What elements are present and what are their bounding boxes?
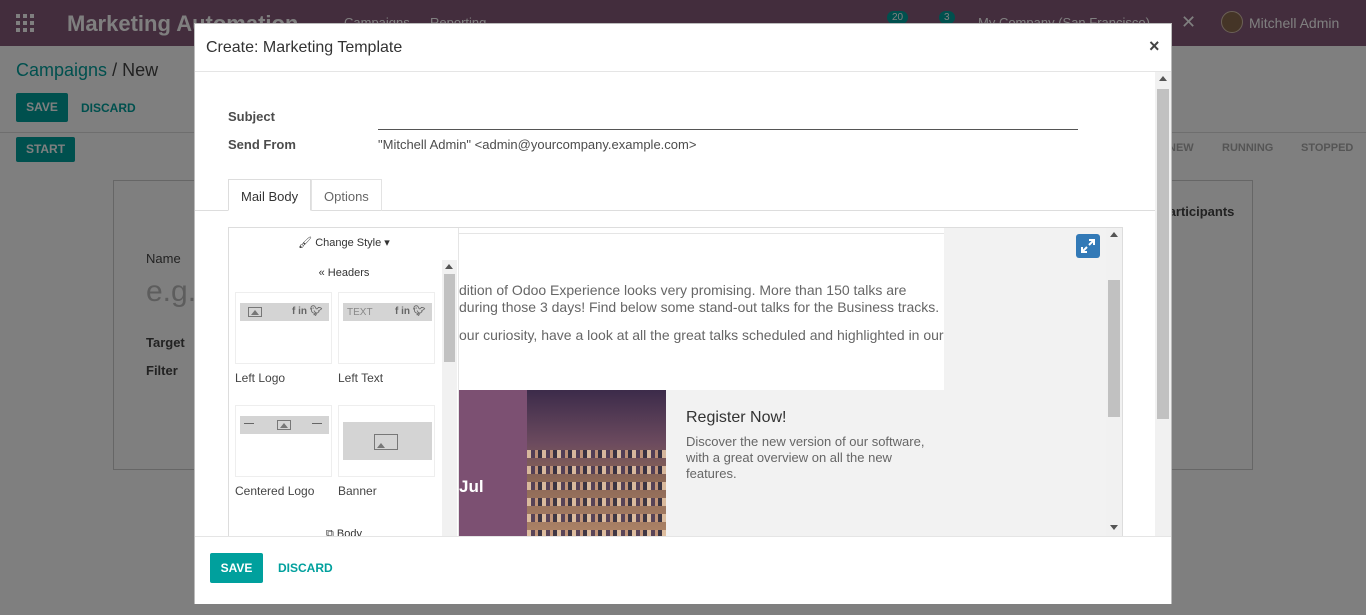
social-icons: f in 🐦︎: [395, 306, 426, 317]
change-style-dropdown[interactable]: 🖌︎ Change Style ▾: [229, 236, 458, 249]
snippet-label: Banner: [338, 484, 377, 498]
image-icon: [374, 434, 398, 450]
scroll-down-icon[interactable]: [1110, 525, 1118, 530]
modal-title: Create: Marketing Template: [206, 39, 403, 56]
expand-icon: [1081, 239, 1095, 253]
audience-row: [527, 514, 666, 522]
expand-editor-button[interactable]: [1076, 234, 1100, 258]
social-icons: f in 🐦︎: [292, 306, 323, 317]
paragraph-line[interactable]: during those 3 days! Find below some sta…: [459, 299, 939, 315]
subject-label: Subject: [228, 109, 275, 124]
modal-close-button[interactable]: ×: [1149, 36, 1160, 57]
snippets-panel: 🖌︎ Change Style ▾ « Headers f in 🐦︎ Left…: [229, 228, 459, 537]
tab-options[interactable]: Options: [311, 179, 382, 211]
divider: [459, 233, 944, 234]
mail-body-editor: 🖌︎ Change Style ▾ « Headers f in 🐦︎ Left…: [228, 227, 1123, 537]
modal-scrollbar[interactable]: [1155, 72, 1171, 536]
snippet-thumbnail: [338, 405, 435, 477]
snippet-left-logo[interactable]: f in 🐦︎ Left Logo: [235, 292, 332, 385]
scroll-up-icon[interactable]: [1110, 232, 1118, 237]
audience-row: [527, 498, 666, 506]
event-date-panel: Jul: [459, 390, 527, 537]
tab-mail-body[interactable]: Mail Body: [228, 179, 312, 211]
send-from-value[interactable]: "Mitchell Admin" <admin@yourcompany.exam…: [378, 137, 696, 152]
snippet-thumbnail: — —: [235, 405, 332, 477]
editor-scrollbar[interactable]: [1106, 228, 1122, 537]
scroll-up-icon[interactable]: [1159, 76, 1167, 81]
snippet-banner[interactable]: Banner: [338, 405, 435, 498]
change-style-label: Change Style: [315, 237, 382, 249]
audience-row: [527, 450, 666, 458]
send-from-label: Send From: [228, 137, 296, 152]
discard-button[interactable]: DISCARD: [278, 561, 333, 575]
scrollbar-thumb[interactable]: [1157, 89, 1169, 419]
modal-body: Subject Send From "Mitchell Admin" <admi…: [195, 72, 1155, 537]
scrollbar-thumb[interactable]: [444, 274, 455, 362]
subject-input[interactable]: [378, 112, 1078, 130]
event-block[interactable]: Jul Register Now! Discover the new versi…: [459, 390, 944, 537]
save-button[interactable]: SAVE: [210, 553, 263, 583]
email-canvas[interactable]: dition of Odoo Experience looks very pro…: [459, 228, 944, 537]
event-date: Jul: [459, 477, 484, 496]
snippet-thumbnail: f in 🐦︎: [235, 292, 332, 364]
create-template-dialog: Create: Marketing Template × Subject Sen…: [194, 23, 1172, 604]
audience-row: [527, 482, 666, 490]
image-icon: [277, 420, 291, 430]
snippet-centered-logo[interactable]: — — Centered Logo: [235, 405, 332, 498]
chevron-up-icon: «: [318, 267, 325, 279]
snippet-left-text[interactable]: TEXT f in 🐦︎ Left Text: [338, 292, 435, 385]
dash-right: —: [312, 418, 322, 429]
dash-left: —: [244, 418, 254, 429]
conference-image[interactable]: [527, 390, 666, 537]
modal-header: Create: Marketing Template ×: [195, 24, 1171, 72]
headers-section-toggle[interactable]: « Headers: [229, 267, 458, 279]
editor-side-area: [944, 228, 1122, 537]
snippet-thumbnail: TEXT f in 🐦︎: [338, 292, 435, 364]
snippets-scrollbar[interactable]: [442, 260, 457, 537]
text-placeholder: TEXT: [347, 307, 373, 318]
paragraph-line[interactable]: dition of Odoo Experience looks very pro…: [459, 282, 906, 298]
scrollbar-thumb[interactable]: [1108, 280, 1120, 417]
snippet-label: Left Text: [338, 371, 384, 385]
event-title[interactable]: Register Now!: [686, 409, 786, 427]
paragraph-line[interactable]: our curiosity, have a look at all the gr…: [459, 327, 944, 343]
modal-footer: SAVE DISCARD: [195, 536, 1171, 604]
event-description[interactable]: Discover the new version of our software…: [686, 434, 926, 482]
image-icon: [248, 307, 262, 317]
snippet-label: Left Logo: [235, 371, 286, 385]
snippet-label: Centered Logo: [235, 484, 315, 498]
caret-down-icon: ▾: [384, 237, 390, 249]
scroll-up-icon[interactable]: [445, 264, 453, 269]
audience-row: [527, 466, 666, 474]
brush-icon: 🖌︎: [298, 237, 313, 249]
headers-label: Headers: [327, 267, 370, 279]
